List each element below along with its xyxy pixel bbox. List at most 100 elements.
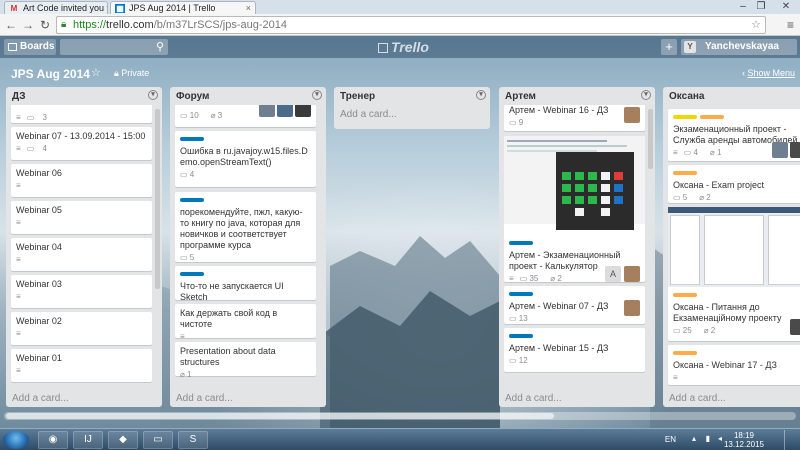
comments-icon: ▭ 10 (180, 111, 199, 120)
label-blue (180, 137, 204, 141)
list-scrollbar[interactable] (155, 109, 160, 289)
board-scrollbar[interactable] (4, 412, 796, 420)
list-forum: Форум ▾ ▭ 10 ⌀ 3 Ошибка в ru.javajoy.w15.f… (170, 87, 326, 407)
visibility-button[interactable]: 🔒︎ Private (114, 68, 149, 79)
label-blue (180, 198, 204, 202)
list-header[interactable]: Тренер ▾ (334, 87, 490, 105)
sourcetree-icon[interactable]: ◆ (108, 431, 138, 449)
list-item[interactable]: Webinar 02 ≡ (11, 312, 152, 345)
show-menu-link[interactable]: ‹ Show Menu (742, 68, 795, 78)
show-desktop-button[interactable] (784, 430, 796, 450)
start-button[interactable] (3, 431, 29, 449)
list-item[interactable]: Артем - Webinar 15 - ДЗ ▭ 12 (504, 328, 645, 372)
search-icon[interactable]: ⚲ (156, 40, 164, 53)
add-card-link[interactable]: Add a card... (170, 389, 326, 407)
list-cards: Экзаменационный проект - Служба аренды а… (663, 105, 800, 389)
lock-icon: 🔒︎ (61, 19, 67, 30)
search-input[interactable]: ⚲ (60, 39, 168, 55)
close-window-icon[interactable]: ✕ (772, 0, 800, 13)
skype-icon[interactable]: S (178, 431, 208, 449)
attachment-icon: ⌀ 2 (703, 326, 716, 335)
network-icon[interactable]: ▮ (706, 434, 710, 443)
add-card-link[interactable]: Add a card... (334, 105, 490, 123)
list-item[interactable]: Экзаменационный проект - Служба аренды а… (668, 109, 800, 161)
reload-icon[interactable]: ↻ (37, 17, 53, 33)
list-item[interactable]: Webinar 05 ≡ (11, 201, 152, 234)
minimize-icon[interactable]: – (734, 0, 752, 13)
list-item[interactable]: Оксана - Exam project ▭ 5 ⌀ 2 (668, 165, 800, 203)
close-tab-icon[interactable]: × (246, 2, 251, 14)
comments-icon: ▭ 5 (180, 253, 195, 262)
list-item[interactable]: Webinar 03 ≡ (11, 275, 152, 308)
back-icon[interactable]: ← (3, 17, 19, 33)
list-item[interactable]: Ошибка в ru.javajoy.w15.files.Demo.openS… (175, 131, 316, 187)
calculator-keys (562, 172, 623, 216)
avatar (277, 105, 293, 117)
bookmark-star-icon[interactable]: ☆ (751, 17, 761, 33)
clock[interactable]: 18:19 13.12.2015 (722, 431, 766, 449)
list-item[interactable]: порекомендуйте, пжл, какую-то книгу по j… (175, 192, 316, 262)
avatar (790, 142, 800, 158)
add-card-link[interactable]: Add a card... (499, 389, 655, 407)
description-icon: ≡ (509, 274, 514, 283)
list-item[interactable]: Webinar 07 - 13.09.2014 - 15:00 ≡ ▭ 4 (11, 127, 152, 160)
description-icon: ≡ (16, 292, 21, 301)
address-bar[interactable]: 🔒︎ https://trello.com/b/m37LrSCS/jps-aug… (56, 16, 766, 34)
browser-menu-icon[interactable]: ≡ (787, 17, 794, 33)
list-item[interactable]: Оксана - Питання до Екзаменаційному прое… (668, 207, 800, 341)
list-header[interactable]: Оксана (663, 87, 800, 105)
restore-icon[interactable]: ❐ (752, 0, 770, 13)
forward-icon[interactable]: → (20, 17, 36, 33)
list-item[interactable]: Как держать свой код в чистоте ≡ (175, 304, 316, 341)
avatar (624, 266, 640, 282)
language-indicator[interactable]: EN (665, 435, 676, 444)
board-scrollbar-thumb[interactable] (6, 413, 554, 419)
add-card-link[interactable]: Add a card... (6, 389, 162, 407)
list-item[interactable]: Артем - Webinar 07 - ДЗ ▭ 13 (504, 286, 645, 324)
comments-icon: ▭ 12 (509, 356, 528, 365)
trello-icon: ▦ (115, 4, 125, 13)
label-orange (673, 171, 697, 175)
board-title[interactable]: JPS Aug 2014 (11, 67, 90, 81)
avatar: Y (684, 41, 696, 53)
attachment-icon: ⌀ 2 (699, 193, 711, 202)
list-item[interactable]: Артем - Экзаменационный проект - Калькул… (504, 136, 645, 283)
avatar (624, 107, 640, 123)
list-item[interactable]: Что-то не запускается UI Sketch ▭ 4 (175, 266, 316, 314)
user-menu-button[interactable]: Y Yanchevskayaa (681, 39, 797, 55)
list-item[interactable]: Артем - Webinar 16 - ДЗ ▭ 9 (504, 105, 645, 131)
add-card-link[interactable]: Add a card... (663, 389, 800, 407)
list-menu-icon[interactable]: ▾ (148, 90, 158, 100)
list-scrollbar[interactable] (648, 109, 653, 169)
boards-button[interactable]: Boards (4, 39, 56, 55)
list-item[interactable]: Webinar 06 ≡ (11, 164, 152, 197)
chrome-icon[interactable]: ◉ (38, 431, 68, 449)
star-icon[interactable]: ☆ (91, 66, 101, 79)
calculator-screenshot (556, 152, 634, 230)
list-item[interactable]: Presentation about data structures ⌀ 1 (175, 342, 316, 379)
description-icon: ≡ (16, 113, 21, 122)
list-cards: ≡ ▭ 3 Webinar 07 - 13.09.2014 - 15:00 ≡ ▭ … (6, 105, 162, 389)
list-header[interactable]: Форум ▾ (170, 87, 326, 105)
avatar (259, 105, 275, 117)
list-item[interactable]: ▭ 10 ⌀ 3 (175, 105, 316, 127)
list-item[interactable]: Webinar 04 ≡ (11, 238, 152, 271)
browser-tab-trello[interactable]: ▦ JPS Aug 2014 | Trello × (110, 1, 256, 14)
explorer-icon[interactable]: ▭ (143, 431, 173, 449)
list-item[interactable]: Оксана - Webinar 17 - ДЗ ≡ (668, 345, 800, 385)
intellij-icon[interactable]: IJ (73, 431, 103, 449)
label-orange (673, 293, 697, 297)
trello-logo[interactable]: Trello (378, 39, 429, 55)
list-menu-icon[interactable]: ▾ (641, 90, 651, 100)
browser-tab-gmail[interactable]: M Art Code invited you to a (4, 1, 108, 14)
add-button[interactable]: + (661, 39, 677, 55)
list-menu-icon[interactable]: ▾ (312, 90, 322, 100)
label-yellow (673, 115, 697, 119)
description-icon: ≡ (180, 332, 185, 341)
list-header[interactable]: Артем ▾ (499, 87, 655, 105)
list-item[interactable]: ≡ ▭ 3 (11, 105, 152, 123)
list-item[interactable]: Webinar 01 ≡ (11, 349, 152, 382)
tray-arrow-icon[interactable]: ▴ (692, 434, 696, 443)
list-header[interactable]: ДЗ ▾ (6, 87, 162, 105)
list-menu-icon[interactable]: ▾ (476, 90, 486, 100)
